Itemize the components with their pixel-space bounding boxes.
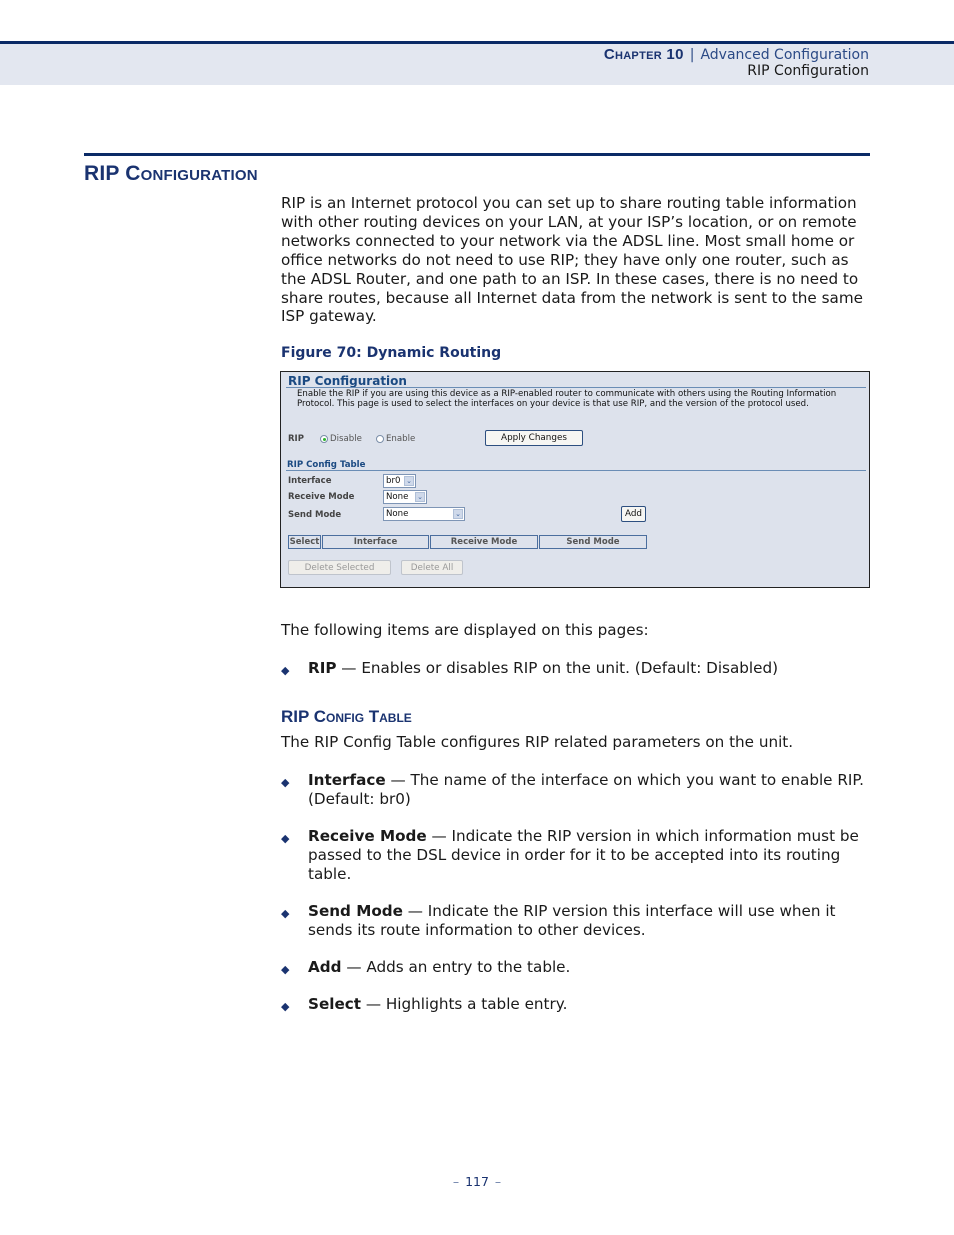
rip-enable-label: Enable — [386, 434, 416, 444]
column-header-receive-mode: Receive Mode — [430, 535, 538, 549]
chevron-down-icon: ⌄ — [404, 476, 414, 486]
list-item-desc: — Highlights a table entry. — [361, 995, 568, 1013]
list-item-desc: — Enables or disables RIP on the unit. (… — [336, 659, 779, 677]
page-dash-right: – — [494, 1174, 502, 1189]
figure-screenshot: RIP Configuration Enable the RIP if you … — [280, 371, 870, 588]
rip-disable-label: Disable — [330, 434, 362, 444]
section-intro: RIP is an Internet protocol you can set … — [281, 194, 863, 326]
subsection-title: RIP Config Table — [281, 707, 412, 726]
diamond-bullet-icon: ◆ — [281, 832, 290, 845]
page-number: –117– — [0, 1174, 954, 1189]
rip-enable-radio[interactable]: Enable — [376, 434, 415, 444]
list-item: ◆ Add — Adds an entry to the table. — [281, 958, 873, 977]
diamond-bullet-icon: ◆ — [281, 907, 290, 920]
radio-unselected-icon — [376, 435, 384, 443]
delete-selected-button[interactable]: Delete Selected — [288, 560, 391, 575]
diamond-bullet-icon: ◆ — [281, 1000, 290, 1013]
list-item-desc: — Adds an entry to the table. — [341, 958, 571, 976]
ui-description: Enable the RIP if you are using this dev… — [297, 389, 837, 409]
interface-select-value: br0 — [386, 476, 401, 486]
running-header-chapter: Chapter 10 | Advanced Configuration — [604, 46, 869, 63]
running-header-section: RIP Configuration — [747, 63, 869, 79]
list-item: ◆ Receive Mode — Indicate the RIP versio… — [281, 827, 873, 884]
receive-mode-select[interactable]: None ⌄ — [383, 490, 427, 504]
section-title: RIP Configuration — [84, 162, 258, 185]
send-mode-select[interactable]: None ⌄ — [383, 507, 465, 521]
list-item-term: Add — [308, 958, 342, 976]
chevron-down-icon: ⌄ — [415, 492, 425, 502]
column-header-send-mode: Send Mode — [539, 535, 647, 549]
list-item-term: Send Mode — [308, 902, 403, 920]
column-header-select: Select — [288, 535, 321, 549]
items-intro: The following items are displayed on thi… — [281, 621, 649, 639]
page-dash-left: – — [452, 1174, 460, 1189]
diamond-bullet-icon: ◆ — [281, 776, 290, 789]
list-item-term: Receive Mode — [308, 827, 427, 845]
apply-changes-button[interactable]: Apply Changes — [485, 430, 583, 446]
chapter-label: Chapter 10 — [603, 46, 684, 63]
list-item: ◆ Send Mode — Indicate the RIP version t… — [281, 902, 873, 940]
radio-selected-icon — [320, 435, 328, 443]
column-header-interface: Interface — [322, 535, 429, 549]
subsection-intro: The RIP Config Table configures RIP rela… — [281, 733, 794, 751]
list-item: ◆ Interface — The name of the interface … — [281, 771, 873, 809]
diamond-bullet-icon: ◆ — [281, 664, 290, 677]
list-item-term: Interface — [308, 771, 386, 789]
page-number-value: 117 — [465, 1174, 489, 1189]
section-rule — [84, 153, 870, 156]
ui-rip-label: RIP — [288, 434, 304, 444]
list-item-term: Select — [308, 995, 362, 1013]
receive-mode-select-value: None — [386, 492, 409, 502]
chapter-title: Advanced Configuration — [700, 47, 869, 63]
interface-label: Interface — [288, 476, 332, 486]
list-item: ◆ Select — Highlights a table entry. — [281, 995, 873, 1014]
list-item-desc: — The name of the interface on which you… — [308, 771, 865, 808]
delete-all-button[interactable]: Delete All — [401, 560, 463, 575]
header-separator: | — [689, 47, 695, 63]
add-button[interactable]: Add — [621, 506, 646, 522]
rip-disable-radio[interactable]: Disable — [320, 434, 362, 444]
ui-page-title: RIP Configuration — [288, 374, 407, 388]
diamond-bullet-icon: ◆ — [281, 963, 290, 976]
chevron-down-icon: ⌄ — [453, 509, 463, 519]
ui-table-divider — [286, 470, 866, 471]
receive-mode-label: Receive Mode — [288, 492, 355, 502]
send-mode-label: Send Mode — [288, 510, 342, 520]
figure-caption: Figure 70: Dynamic Routing — [281, 345, 502, 361]
interface-select[interactable]: br0 ⌄ — [383, 474, 416, 488]
send-mode-select-value: None — [386, 509, 409, 519]
ui-title-divider — [286, 387, 866, 388]
list-item-term: RIP — [308, 659, 337, 677]
ui-table-title: RIP Config Table — [287, 460, 366, 470]
list-item: ◆ RIP — Enables or disables RIP on the u… — [281, 659, 873, 678]
